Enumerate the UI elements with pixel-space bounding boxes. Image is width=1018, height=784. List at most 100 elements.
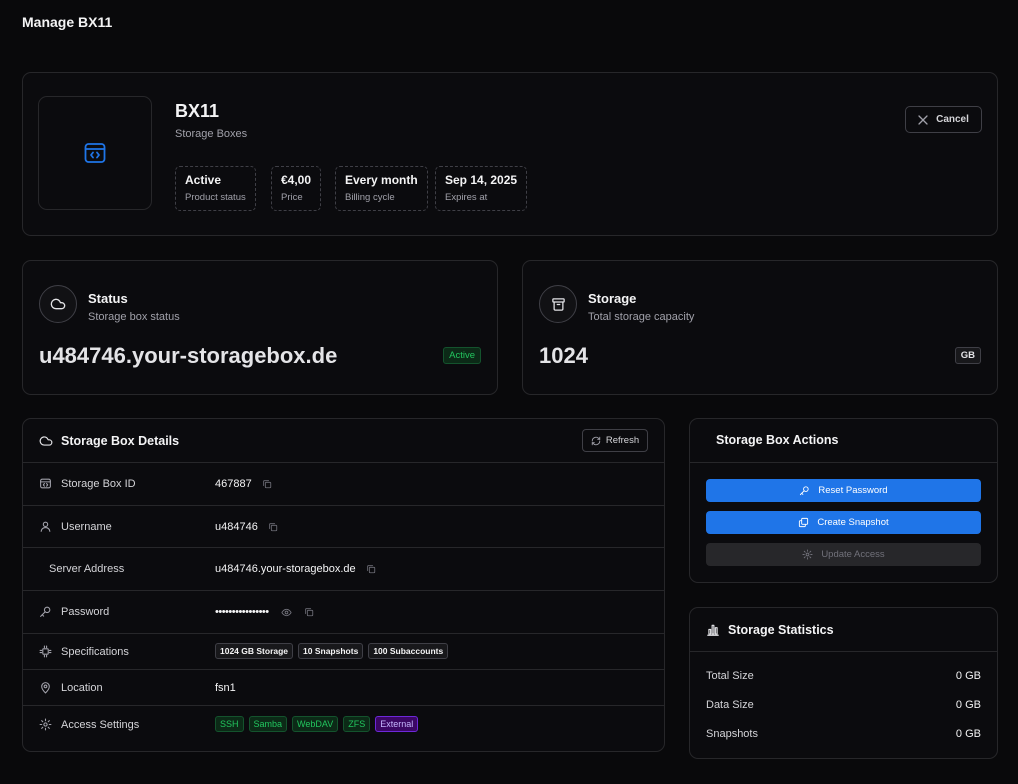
cloud-icon: [39, 434, 53, 448]
row-value: u484746: [215, 521, 278, 533]
details-title: Storage Box Details: [61, 434, 180, 448]
row-value: SSH Samba WebDAV ZFS External: [215, 716, 419, 732]
storage-card: Storage Total storage capacity 1024 GB: [522, 260, 998, 395]
storage-value: 1024: [539, 343, 588, 368]
detail-row-username: Username u484746: [23, 506, 664, 548]
storage-title: Storage: [588, 291, 637, 306]
access-tag-external: External: [375, 716, 419, 732]
create-snapshot-button[interactable]: Create Snapshot: [706, 511, 981, 534]
stat-value: 0 GB: [955, 670, 981, 682]
row-label: Storage Box ID: [61, 478, 136, 490]
close-icon: [918, 114, 928, 125]
reset-password-button[interactable]: Reset Password: [706, 479, 981, 502]
product-name: BX11: [175, 101, 220, 121]
server-address-value: u484746.your-storagebox.de: [215, 563, 356, 575]
cloud-icon: [50, 296, 66, 312]
access-tag-ssh: SSH: [215, 716, 244, 732]
access-tag-zfs: ZFS: [343, 716, 371, 732]
detail-row-location: Location fsn1: [23, 670, 664, 706]
spec-tag: 10 Snapshots: [298, 643, 364, 659]
row-label: Location: [61, 682, 103, 694]
stat-row-snapshots: Snapshots 0 GB: [706, 728, 981, 740]
status-value: u484746.your-storagebox.de: [39, 343, 338, 368]
actions-title: Storage Box Actions: [716, 433, 839, 447]
chip-product-status: Active Product status: [175, 166, 256, 211]
status-subtitle: Storage box status: [88, 311, 180, 323]
username-value: u484746: [215, 521, 258, 533]
product-logo: [38, 96, 152, 210]
stat-row-total: Total Size 0 GB: [706, 670, 981, 682]
stat-label: Snapshots: [706, 728, 758, 740]
row-label: Username: [61, 521, 112, 533]
divider: [690, 651, 997, 652]
product-category: Storage Boxes: [175, 128, 248, 140]
detail-row-access: Access Settings SSH Samba WebDAV ZFS Ext…: [23, 706, 664, 752]
password-value: ••••••••••••••••: [215, 606, 269, 618]
id-icon: [39, 477, 52, 490]
statistics-title: Storage Statistics: [728, 623, 834, 637]
copy-icon[interactable]: [262, 479, 272, 489]
chip-label: Expires at: [445, 192, 488, 203]
storage-icon-ring: [539, 285, 577, 323]
detail-row-server: Server Address u484746.your-storagebox.d…: [23, 548, 664, 591]
stat-label: Data Size: [706, 699, 754, 711]
chip-value: Every month: [345, 173, 418, 187]
stat-value: 0 GB: [955, 728, 981, 740]
chip-billing-cycle: Every month Billing cycle: [335, 166, 428, 211]
status-title: Status: [88, 291, 128, 306]
copy-icon[interactable]: [304, 607, 314, 617]
status-card: Status Storage box status u484746.your-s…: [22, 260, 498, 395]
product-header-card: BX11 Storage Boxes Active Product status…: [22, 72, 998, 236]
row-value: fsn1: [215, 682, 236, 694]
chip-value: €4,00: [281, 173, 312, 187]
access-tag-webdav: WebDAV: [292, 716, 339, 732]
copy-icon: [798, 517, 809, 528]
statistics-card: Storage Statistics Total Size 0 GB Data …: [689, 607, 998, 759]
actions-card: Storage Box Actions Reset Password Creat…: [689, 418, 998, 583]
refresh-label: Refresh: [605, 435, 640, 446]
copy-icon[interactable]: [366, 564, 376, 574]
user-icon: [39, 520, 52, 533]
location-value: fsn1: [215, 682, 236, 694]
row-label: Specifications: [61, 646, 129, 658]
bar-chart-icon: [706, 623, 720, 637]
gear-icon: [802, 549, 813, 560]
stat-label: Total Size: [706, 670, 754, 682]
copy-icon[interactable]: [268, 522, 278, 532]
row-label: Access Settings: [61, 719, 140, 731]
detail-row-id: Storage Box ID 467887: [23, 463, 664, 506]
spec-tag: 100 Subaccounts: [368, 643, 449, 659]
cpu-icon: [39, 645, 52, 658]
chip-value: Sep 14, 2025: [445, 173, 518, 187]
create-snapshot-label: Create Snapshot: [817, 517, 889, 528]
gear-icon: [39, 718, 52, 731]
refresh-button[interactable]: Refresh: [582, 429, 648, 452]
row-label: Password: [61, 606, 110, 618]
stat-row-data: Data Size 0 GB: [706, 699, 981, 711]
update-access-label: Update Access: [821, 549, 885, 560]
details-header: Storage Box Details Refresh: [23, 419, 664, 463]
details-card: Storage Box Details Refresh Storage Box …: [22, 418, 665, 752]
key-icon: [799, 485, 810, 496]
storage-subtitle: Total storage capacity: [588, 311, 695, 323]
key-icon: [39, 605, 52, 618]
storage-unit-badge: GB: [954, 347, 981, 364]
map-pin-icon: [39, 681, 52, 694]
row-value: 1024 GB Storage 10 Snapshots 100 Subacco…: [215, 643, 449, 659]
detail-row-password: Password ••••••••••••••••: [23, 591, 664, 634]
row-value: ••••••••••••••••: [215, 606, 314, 618]
chip-expires-at: Sep 14, 2025 Expires at: [435, 166, 528, 211]
detail-row-specifications: Specifications 1024 GB Storage 10 Snapsh…: [23, 634, 664, 670]
row-value: 467887: [215, 478, 272, 490]
eye-icon[interactable]: [281, 607, 292, 618]
chip-label: Billing cycle: [345, 192, 395, 203]
storage-box-id: 467887: [215, 478, 252, 490]
cancel-button[interactable]: Cancel: [905, 106, 982, 133]
update-access-button[interactable]: Update Access: [706, 543, 981, 566]
row-value: u484746.your-storagebox.de: [215, 563, 376, 575]
status-icon-ring: [39, 285, 77, 323]
chip-label: Product status: [185, 192, 246, 203]
page-title: Manage BX11: [22, 14, 113, 30]
reset-password-label: Reset Password: [818, 485, 888, 496]
chip-label: Price: [281, 192, 303, 203]
